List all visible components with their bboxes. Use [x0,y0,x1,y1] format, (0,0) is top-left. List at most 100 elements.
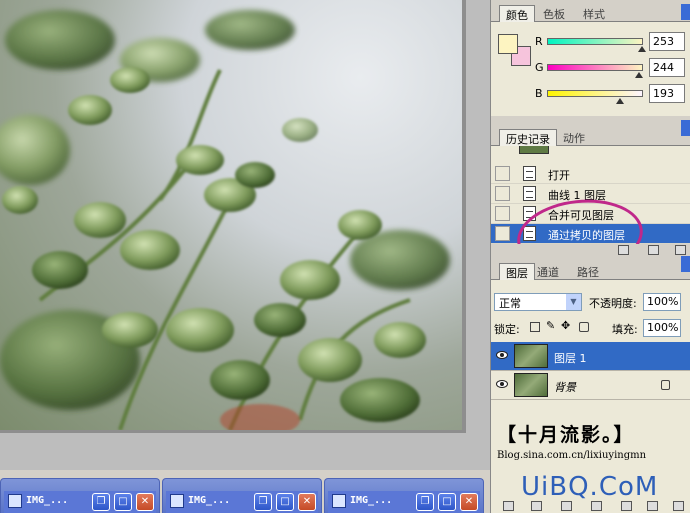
restore-button[interactable]: ❐ [254,493,272,511]
history-brush-source-checkbox[interactable] [495,206,510,221]
tab-channels[interactable]: 通道 [531,263,565,280]
close-button[interactable]: ✕ [136,493,154,511]
trash-icon[interactable] [673,501,684,511]
close-button[interactable]: ✕ [460,493,478,511]
new-fill-layer-icon[interactable] [591,501,602,511]
panel-menu-button[interactable] [681,4,690,20]
restore-button[interactable]: ❐ [92,493,110,511]
history-brush-source-checkbox[interactable] [495,166,510,181]
history-item[interactable]: 打开 [491,164,690,184]
red-value-field[interactable]: 253 [649,32,685,51]
tab-paths[interactable]: 路径 [571,263,605,280]
history-item-label: 打开 [548,169,570,182]
layers-panel: 图层 通道 路径 正常 ▼ 不透明度: 100% 锁定: ✎ ✥ 填充: 100… [491,256,690,513]
tab-styles[interactable]: 样式 [577,5,611,22]
document-titlebar[interactable]: IMG_... ❐ □ ✕ [328,491,480,513]
green-channel-slider[interactable]: G 244 [535,58,687,82]
minimized-document-1[interactable]: IMG_... ❐ □ ✕ [0,478,160,513]
history-list[interactable]: 打开 曲线 1 图层 合并可见图层 通过拷贝的图层 [491,146,690,244]
plant-photo-image [0,10,450,430]
channel-label: G [535,61,544,74]
history-brush-source-checkbox[interactable] [495,186,510,201]
red-slider-track[interactable] [547,38,643,45]
document-title: IMG_... [26,495,69,506]
minimized-document-3[interactable]: IMG_... ❐ □ ✕ [324,478,484,513]
tab-actions[interactable]: 动作 [557,129,591,146]
history-state-icon [523,166,536,181]
color-panel: 颜色 色板 样式 R 253 G 244 B 193 [491,0,690,118]
maximize-button[interactable]: □ [276,493,294,511]
lock-icon [661,380,670,390]
history-snapshot-thumbnail[interactable] [519,146,549,154]
canvas-shadow [462,0,466,432]
layer-style-icon[interactable] [531,501,542,511]
document-titlebar[interactable]: IMG_... ❐ □ ✕ [4,491,156,513]
lock-fill-row: 锁定: ✎ ✥ 填充: 100% [491,317,690,339]
opacity-field[interactable]: 100% [643,293,681,311]
new-document-from-state-icon[interactable] [618,245,629,255]
link-layers-icon[interactable] [503,501,514,511]
tab-layers[interactable]: 图层 [499,263,535,280]
layer-name: 图层 1 [554,352,587,365]
document-title: IMG_... [350,495,393,506]
chevron-down-icon[interactable]: ▼ [566,294,581,310]
panel-menu-button[interactable] [681,256,690,272]
canvas-shadow [0,430,466,433]
layer-row-selected[interactable]: 图层 1 [491,342,690,371]
document-photo[interactable] [0,0,462,430]
tab-history[interactable]: 历史记录 [499,129,557,146]
green-slider-track[interactable] [547,64,643,71]
green-slider-thumb[interactable] [635,72,644,78]
history-brush-source-checkbox[interactable] [495,226,510,241]
palette-dock: 颜色 色板 样式 R 253 G 244 B 193 历史记录 动作 打开 曲线… [490,0,690,513]
layer-thumbnail [514,373,548,397]
blue-slider-thumb[interactable] [615,98,624,104]
red-slider-thumb[interactable] [638,46,647,52]
minimized-document-2[interactable]: IMG_... ❐ □ ✕ [162,478,322,513]
layers-footer-toolbar [491,500,690,513]
history-panel: 历史记录 动作 打开 曲线 1 图层 合并可见图层 通过拷贝的图层 [491,120,690,256]
document-title: IMG_... [188,495,231,506]
blue-channel-slider[interactable]: B 193 [535,84,687,108]
new-layer-icon[interactable] [647,501,658,511]
layer-row[interactable]: 背景 [491,371,690,400]
foreground-color-swatch[interactable] [498,34,518,54]
blend-opacity-row: 正常 ▼ 不透明度: 100% [491,291,690,313]
blend-mode-select[interactable]: 正常 ▼ [494,293,582,311]
maximize-button[interactable]: □ [438,493,456,511]
restore-button[interactable]: ❐ [416,493,434,511]
panel-menu-button[interactable] [681,120,690,136]
photoshop-document-icon [170,494,184,508]
green-value-field[interactable]: 244 [649,58,685,77]
add-mask-icon[interactable] [561,501,572,511]
layer-name: 背景 [554,381,576,394]
tab-swatches[interactable]: 色板 [537,5,571,22]
fill-label: 填充: [612,323,638,336]
trash-icon[interactable] [675,245,686,255]
watermark-title: 【十月流影。】 [497,424,635,446]
red-channel-slider[interactable]: R 253 [535,32,687,56]
tab-color[interactable]: 颜色 [499,5,535,22]
blue-slider-track[interactable] [547,90,643,97]
layer-thumbnail [514,344,548,368]
blue-value-field[interactable]: 193 [649,84,685,103]
maximize-button[interactable]: □ [114,493,132,511]
fill-field[interactable]: 100% [643,319,681,337]
close-button[interactable]: ✕ [298,493,316,511]
layers-panel-tabs: 图层 通道 路径 [491,256,690,280]
blend-mode-value: 正常 [499,297,521,310]
lock-position-icon[interactable]: ✥ [561,319,571,332]
history-state-icon [523,186,536,201]
eye-icon[interactable] [496,380,508,388]
document-titlebar[interactable]: IMG_... ❐ □ ✕ [166,491,318,513]
canvas-area[interactable] [0,0,490,470]
new-group-icon[interactable] [621,501,632,511]
lock-all-icon[interactable] [579,322,589,332]
lock-image-pixels-icon[interactable]: ✎ [546,319,556,332]
history-panel-tabs: 历史记录 动作 [491,120,690,146]
photoshop-document-icon [332,494,346,508]
create-snapshot-icon[interactable] [648,245,659,255]
eye-icon[interactable] [496,351,508,359]
watermark-url: Blog.sina.com.cn/lixiuyingmn [497,450,647,461]
lock-transparency-icon[interactable] [530,322,540,332]
